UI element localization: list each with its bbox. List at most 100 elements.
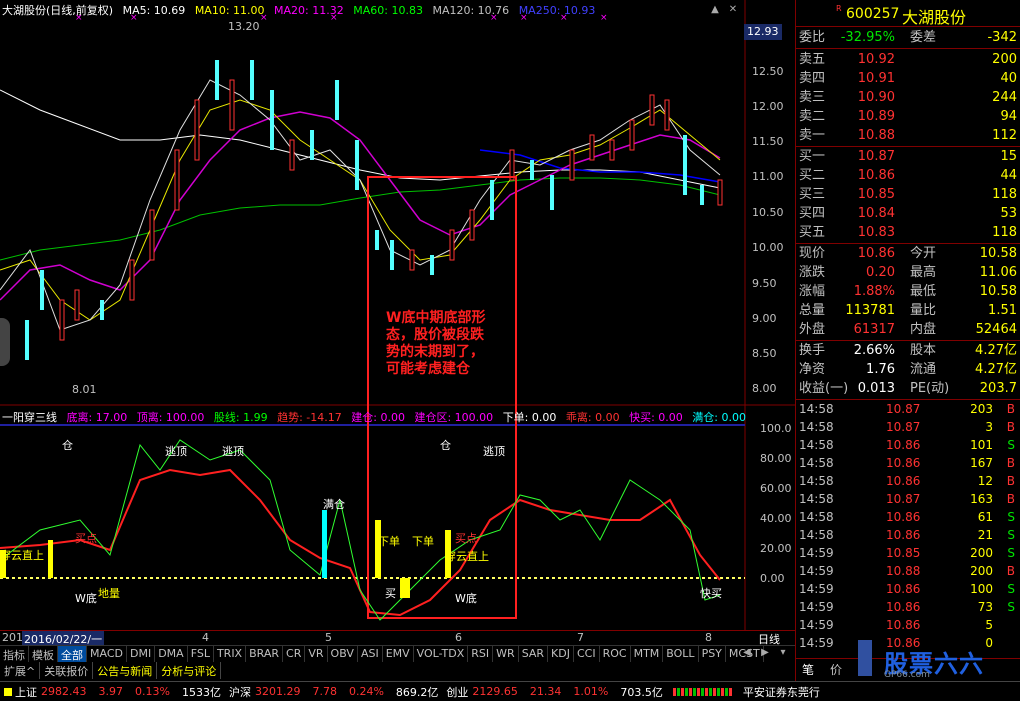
price-axis-label: 11.50 — [752, 135, 784, 148]
tab-scroll-left-icon[interactable]: ◀ — [740, 647, 754, 659]
tab-scroll-right-icon[interactable]: ▶ — [758, 647, 772, 659]
high-price-label: 13.20 — [228, 20, 260, 33]
buy-price: 10.84 — [857, 206, 895, 221]
indicator-name: 一阳穿三线 — [2, 411, 57, 424]
tick-volume: 3 — [985, 420, 993, 434]
quote-value: 1.51 — [988, 303, 1017, 318]
fund-label: 换手 — [799, 343, 826, 358]
tab-obv[interactable]: OBV — [328, 646, 358, 662]
buy2-row[interactable]: 买二 10.86 44 — [796, 166, 1020, 185]
tab-dmi[interactable]: DMI — [127, 646, 156, 662]
tab-dma[interactable]: DMA — [155, 646, 188, 662]
index-sh-label[interactable]: 上证 — [15, 684, 37, 700]
tab-menu-icon[interactable]: ▾ — [776, 647, 790, 659]
tab-analysis[interactable]: 分析与评论 — [157, 662, 222, 679]
date-axis-tick: 4 — [202, 631, 209, 644]
fund-value: 203.7 — [979, 381, 1017, 396]
tab-wr[interactable]: WR — [493, 646, 519, 662]
buy-volume: 118 — [992, 187, 1017, 202]
buy3-row[interactable]: 买三 10.85 118 — [796, 185, 1020, 204]
tab-expand[interactable]: 扩展^ — [0, 662, 41, 679]
index-sh-amount: 1533亿 — [181, 685, 221, 699]
tab-roc[interactable]: ROC — [600, 646, 631, 662]
tab-trix[interactable]: TRIX — [214, 646, 247, 662]
buy-label: 买四 — [799, 206, 826, 221]
tab-fsl[interactable]: FSL — [188, 646, 214, 662]
stock-period-label: 大湖股份(日线,前复权) — [2, 4, 114, 17]
quote-row: 外盘 61317 内盘 52464 — [796, 320, 1020, 339]
chart-area[interactable]: × × × × × × × × 大湖股份(日线,前复权) MA5: 10.69 MA10: … — [0, 0, 795, 647]
signal-label: 买点 — [75, 532, 97, 545]
tab-boll[interactable]: BOLL — [663, 646, 699, 662]
tab-emv[interactable]: EMV — [383, 646, 414, 662]
fund-value: 0.013 — [857, 381, 895, 396]
side-collapse-handle[interactable] — [0, 318, 10, 366]
tab-rsi[interactable]: RSI — [468, 646, 494, 662]
ind-trend: 趋势: -14.17 — [277, 411, 342, 424]
sell3-row[interactable]: 卖三 10.90 244 — [796, 88, 1020, 107]
fund-value: 1.76 — [866, 362, 895, 377]
sell-price: 10.92 — [857, 52, 895, 67]
date-axis-tick: 5 — [325, 631, 332, 644]
quote-label: 最高 — [910, 265, 937, 280]
tab-macd[interactable]: MACD — [87, 646, 127, 662]
tab-cr[interactable]: CR — [283, 646, 306, 662]
tab-related-quote[interactable]: 关联报价 — [40, 662, 94, 679]
tick-price: 10.86 — [886, 456, 921, 470]
sell4-row[interactable]: 卖四 10.91 40 — [796, 69, 1020, 88]
sell2-row[interactable]: 卖二 10.89 94 — [796, 107, 1020, 126]
signal-label: 逃顶 — [483, 445, 505, 458]
tab-all[interactable]: 全部 — [58, 646, 87, 662]
ind-deviate: 乖离: 0.00 — [565, 411, 620, 424]
buy-price: 10.86 — [857, 168, 895, 183]
tab-mtm[interactable]: MTM — [631, 646, 664, 662]
sell-volume: 112 — [992, 128, 1017, 143]
tab-news[interactable]: 公告与新闻 — [93, 662, 158, 679]
fund-row: 净资 1.76 流通 4.27亿 — [796, 360, 1020, 379]
tab-price[interactable]: 价 — [830, 661, 842, 678]
buy5-row[interactable]: 买五 10.83 118 — [796, 223, 1020, 242]
tick-row: 14:59 10.86 73 S — [796, 598, 1020, 616]
tick-price: 10.85 — [886, 546, 921, 560]
signal-label: 逃顶 — [165, 445, 187, 458]
sell1-row[interactable]: 卖一 10.88 112 — [796, 126, 1020, 145]
quote-label: 涨跌 — [799, 265, 826, 280]
tab-brar[interactable]: BRAR — [246, 646, 284, 662]
tab-vol-tdx[interactable]: VOL-TDX — [414, 646, 469, 662]
tick-time: 14:59 — [799, 618, 834, 632]
buy4-row[interactable]: 买四 10.84 53 — [796, 204, 1020, 223]
index-sz-value: 3201.29 — [254, 685, 301, 698]
tab-indicator[interactable]: 指标 — [0, 646, 29, 662]
tab-psy[interactable]: PSY — [699, 646, 726, 662]
signal-label: 下单 — [412, 535, 434, 548]
buy1-row[interactable]: 买一 10.87 15 — [796, 147, 1020, 166]
signal-label: 下单 — [378, 535, 400, 548]
indicator-axis-label: 100.0 — [760, 422, 792, 435]
tab-asi[interactable]: ASI — [358, 646, 383, 662]
tab-trades[interactable]: 笔 — [802, 661, 814, 678]
sell5-row[interactable]: 卖五 10.92 200 — [796, 50, 1020, 69]
index-cy-label[interactable]: 创业 — [446, 684, 468, 700]
signal-label: 仓 — [440, 439, 451, 452]
tab-template[interactable]: 模板 — [29, 646, 58, 662]
indicator-title: 一阳穿三线 底离: 17.00 顶离: 100.00 股线: 1.99 趋势: … — [2, 409, 752, 425]
tab-vr[interactable]: VR — [305, 646, 328, 662]
tick-row: 14:59 10.86 5 — [796, 616, 1020, 634]
signal-label: 买 — [385, 587, 396, 600]
fund-value: 2.66% — [853, 343, 895, 358]
tab-kdj[interactable]: KDJ — [548, 646, 574, 662]
chevron-up-icon[interactable]: ▲ — [708, 4, 722, 16]
tab-sar[interactable]: SAR — [519, 646, 549, 662]
sell-label: 卖三 — [799, 90, 826, 105]
close-icon[interactable]: ✕ — [726, 4, 740, 16]
indicator-axis-label: 60.00 — [760, 482, 792, 495]
sell-price: 10.90 — [857, 90, 895, 105]
buy-label: 买三 — [799, 187, 826, 202]
indicator-axis-label: 0.00 — [760, 572, 785, 585]
tick-row: 14:58 10.86 167 B — [796, 454, 1020, 472]
tick-volume: 73 — [977, 600, 993, 614]
tab-cci[interactable]: CCI — [574, 646, 600, 662]
index-sz-label[interactable]: 沪深 — [229, 684, 251, 700]
order-ratio-label: 委比 — [799, 30, 826, 45]
tick-volume: 203 — [970, 402, 993, 416]
